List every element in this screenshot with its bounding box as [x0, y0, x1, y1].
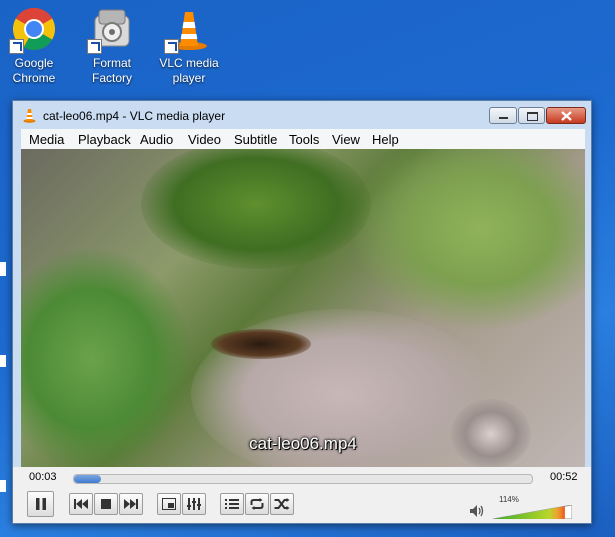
shuffle-button[interactable]	[270, 493, 294, 515]
desktop-icon-label: VLC media player	[159, 56, 219, 85]
volume-slider[interactable]	[493, 505, 572, 519]
minimize-button[interactable]	[489, 107, 517, 124]
stop-icon	[101, 499, 111, 509]
window-title: cat-leo06.mp4 - VLC media player	[43, 109, 226, 123]
video-title-overlay: cat-leo06.mp4	[249, 434, 357, 453]
extended-settings-button[interactable]	[182, 493, 206, 515]
title-bar[interactable]: cat-leo06.mp4 - VLC media player	[13, 101, 591, 129]
video-frame-region	[351, 149, 585, 329]
seek-bar[interactable]	[73, 474, 533, 484]
format-factory-icon	[87, 6, 135, 54]
next-icon	[124, 499, 138, 509]
menu-help[interactable]: Help	[372, 132, 399, 147]
video-frame-region	[211, 329, 311, 359]
menu-subtitle[interactable]: Subtitle	[234, 132, 277, 147]
playlist-icon	[225, 499, 239, 509]
menu-view[interactable]: View	[332, 132, 360, 147]
previous-button[interactable]	[69, 493, 93, 515]
total-duration: 00:52	[550, 471, 578, 483]
video-frame-region	[141, 149, 371, 269]
next-button[interactable]	[119, 493, 143, 515]
maximize-icon	[527, 112, 538, 121]
chrome-icon	[9, 6, 57, 54]
stop-button[interactable]	[94, 493, 118, 515]
shortcut-arrow-icon	[164, 39, 179, 54]
vlc-cone-icon	[164, 6, 212, 54]
vlc-cone-icon	[23, 108, 36, 128]
desktop-icon-label: Format Factory	[91, 56, 132, 85]
close-icon	[561, 111, 572, 121]
pause-icon	[35, 498, 46, 510]
fullscreen-button[interactable]	[157, 493, 181, 515]
minimize-icon	[499, 117, 508, 119]
close-button[interactable]	[546, 107, 586, 124]
video-display[interactable]: cat-leo06.mp4	[21, 149, 585, 467]
shortcut-arrow-icon	[9, 39, 24, 54]
desktop-edge-fragment	[0, 262, 6, 276]
desktop-icon-vlc[interactable]: VLC media player	[157, 6, 221, 86]
menu-tools[interactable]: Tools	[289, 132, 319, 147]
vlc-window: cat-leo06.mp4 - VLC media player Media P…	[12, 100, 592, 524]
seek-bar-progress	[74, 475, 102, 483]
desktop-icon-chrome[interactable]: Google Chrome	[2, 6, 66, 86]
desktop-edge-fragment	[0, 355, 6, 367]
video-frame-region	[451, 399, 531, 467]
maximize-button[interactable]	[518, 107, 545, 124]
volume-percentage: 114%	[499, 495, 519, 504]
desktop-edge-fragment	[0, 480, 6, 492]
menu-bar: Media Playback Audio Video Subtitle Tool…	[21, 129, 585, 149]
loop-button[interactable]	[245, 493, 269, 515]
menu-media[interactable]: Media	[29, 132, 64, 147]
pause-button[interactable]	[27, 491, 54, 517]
menu-playback[interactable]: Playback	[78, 132, 131, 147]
playlist-button[interactable]	[220, 493, 244, 515]
equalizer-icon	[187, 498, 201, 510]
shortcut-arrow-icon	[87, 39, 102, 54]
fullscreen-icon	[162, 498, 176, 510]
menu-audio[interactable]: Audio	[140, 132, 173, 147]
desktop-icon-label: Google Chrome	[12, 56, 56, 85]
menu-video[interactable]: Video	[188, 132, 221, 147]
shuffle-icon	[274, 498, 290, 510]
previous-icon	[74, 499, 88, 509]
elapsed-time: 00:03	[29, 471, 57, 483]
playback-controls: 00:03 00:52 114%	[13, 467, 591, 523]
desktop-icon-format-factory[interactable]: Format Factory	[80, 6, 144, 86]
loop-icon	[250, 498, 264, 510]
speaker-icon[interactable]	[470, 504, 484, 522]
